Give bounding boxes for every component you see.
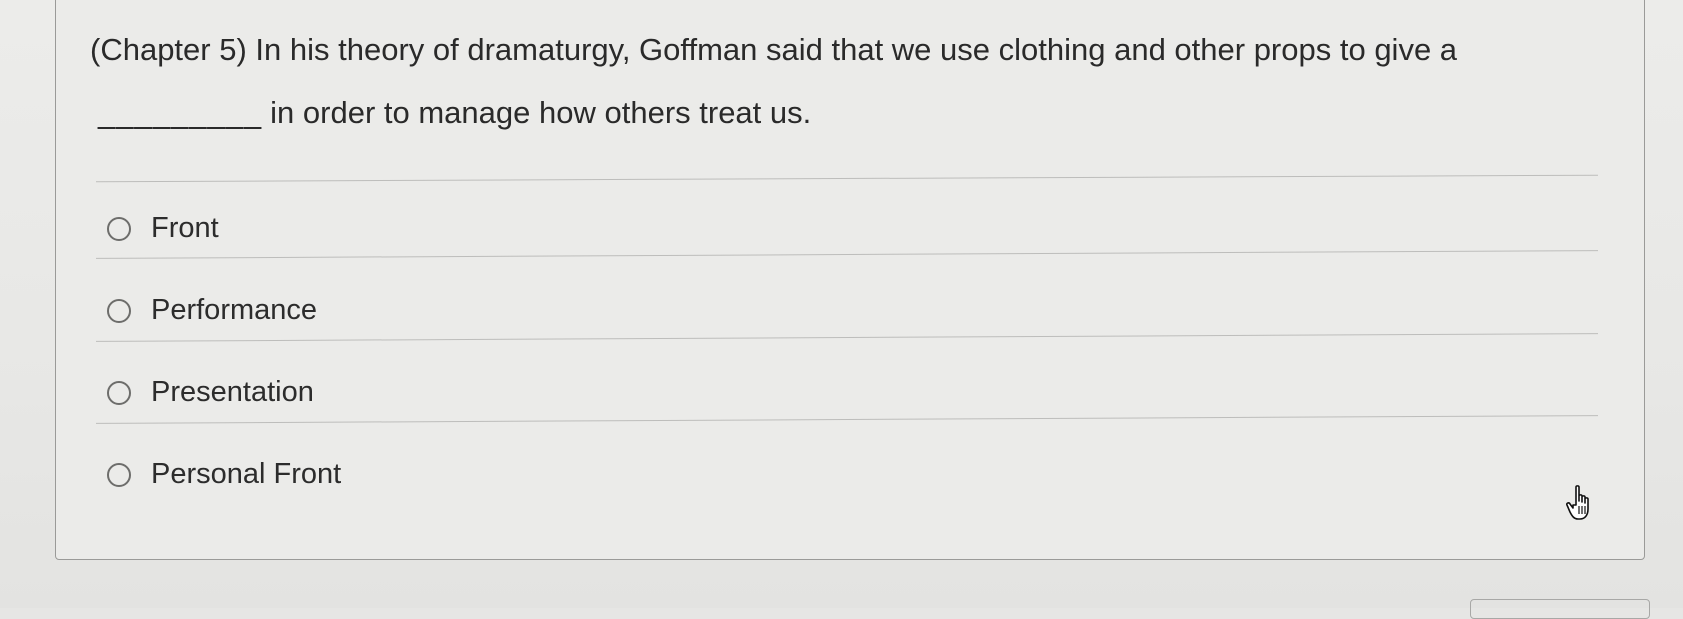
option-label: Presentation [151,376,314,408]
radio-button-icon[interactable] [107,380,131,405]
option-label: Personal Front [151,458,342,490]
next-section-box [1470,599,1650,619]
answer-blank: _________ [98,95,263,130]
radio-button-icon[interactable] [107,462,131,487]
question-text: (Chapter 5) In his theory of dramaturgy,… [90,18,1630,144]
option-presentation[interactable]: Presentation [107,376,314,409]
page-background: (Chapter 5) In his theory of dramaturgy,… [0,0,1683,619]
option-performance[interactable]: Performance [107,294,317,327]
option-label: Performance [151,294,318,326]
option-label: Front [151,212,219,244]
option-front[interactable]: Front [107,212,219,245]
radio-button-icon[interactable] [107,298,131,323]
option-personal-front[interactable]: Personal Front [107,458,341,491]
question-suffix: in order to manage how others treat us. [270,95,812,130]
hand-pointer-icon [1566,485,1589,520]
question-prefix: (Chapter 5) In his theory of dramaturgy,… [90,32,1458,67]
radio-button-icon[interactable] [107,216,131,241]
